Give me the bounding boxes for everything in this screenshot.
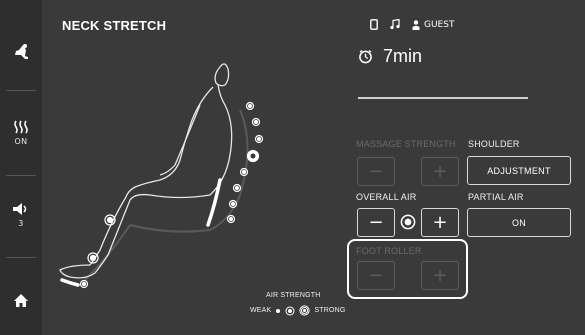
sidebar-divider	[6, 175, 36, 176]
sidebar: ON 3	[0, 0, 42, 335]
user-profile[interactable]: GUEST	[412, 20, 454, 30]
home-icon	[13, 293, 29, 308]
user-icon	[412, 19, 420, 30]
massage-strength-minus-button[interactable]: −	[357, 157, 395, 186]
shoulder-label: SHOULDER	[468, 139, 520, 149]
heat-icon	[13, 120, 29, 134]
volume-icon	[12, 202, 30, 216]
phone-icon[interactable]	[370, 19, 378, 30]
timer-progress-line	[358, 97, 528, 99]
strong-indicator-icon	[299, 305, 311, 316]
status-bar: GUEST	[370, 19, 454, 30]
air-strength-weak-label: WEAK	[250, 307, 272, 314]
shoulder-adjustment-button[interactable]: ADJUSTMENT	[467, 156, 571, 185]
timer-icon	[358, 49, 373, 64]
medium-indicator-icon	[285, 306, 295, 316]
sidebar-item-chair[interactable]	[0, 28, 42, 78]
chair-icon	[11, 43, 31, 63]
massage-strength-label: MASSAGE STRENGTH	[356, 139, 456, 149]
sidebar-item-volume[interactable]: 3	[0, 190, 42, 240]
music-note-icon[interactable]	[390, 19, 400, 30]
foot-roller-minus-button[interactable]: −	[357, 261, 395, 290]
timer: 7min	[358, 46, 422, 67]
user-name: GUEST	[424, 19, 455, 30]
air-level-indicator-icon	[400, 214, 416, 230]
overall-air-label: OVERALL AIR	[356, 192, 417, 202]
massage-strength-plus-button[interactable]: +	[421, 157, 459, 186]
sidebar-item-heat[interactable]: ON	[0, 108, 42, 158]
air-strength-legend: WEAK STRONG	[250, 305, 346, 316]
foot-roller-plus-button[interactable]: +	[421, 261, 459, 290]
overall-air-plus-button[interactable]: +	[421, 208, 459, 237]
timer-value: 7min	[383, 46, 423, 66]
page-title: NECK STRETCH	[62, 18, 167, 33]
overall-air-minus-button[interactable]: −	[357, 208, 395, 237]
heat-status: ON	[14, 137, 28, 146]
partial-air-on-button[interactable]: ON	[467, 208, 571, 237]
volume-level: 3	[18, 219, 24, 228]
air-strength-strong-label: STRONG	[314, 307, 346, 314]
sidebar-item-home[interactable]	[0, 276, 42, 324]
sidebar-divider	[6, 257, 36, 258]
foot-roller-label: FOOT ROLLER	[356, 246, 422, 256]
body-illustration	[50, 55, 290, 300]
partial-air-label: PARTIAL AIR	[468, 192, 524, 202]
weak-dot-icon	[275, 308, 281, 314]
sidebar-divider	[6, 90, 36, 91]
massage-chair-screen: ON 3 NECK STRETCH GUEST 7min MASSAGE STR…	[0, 0, 585, 335]
